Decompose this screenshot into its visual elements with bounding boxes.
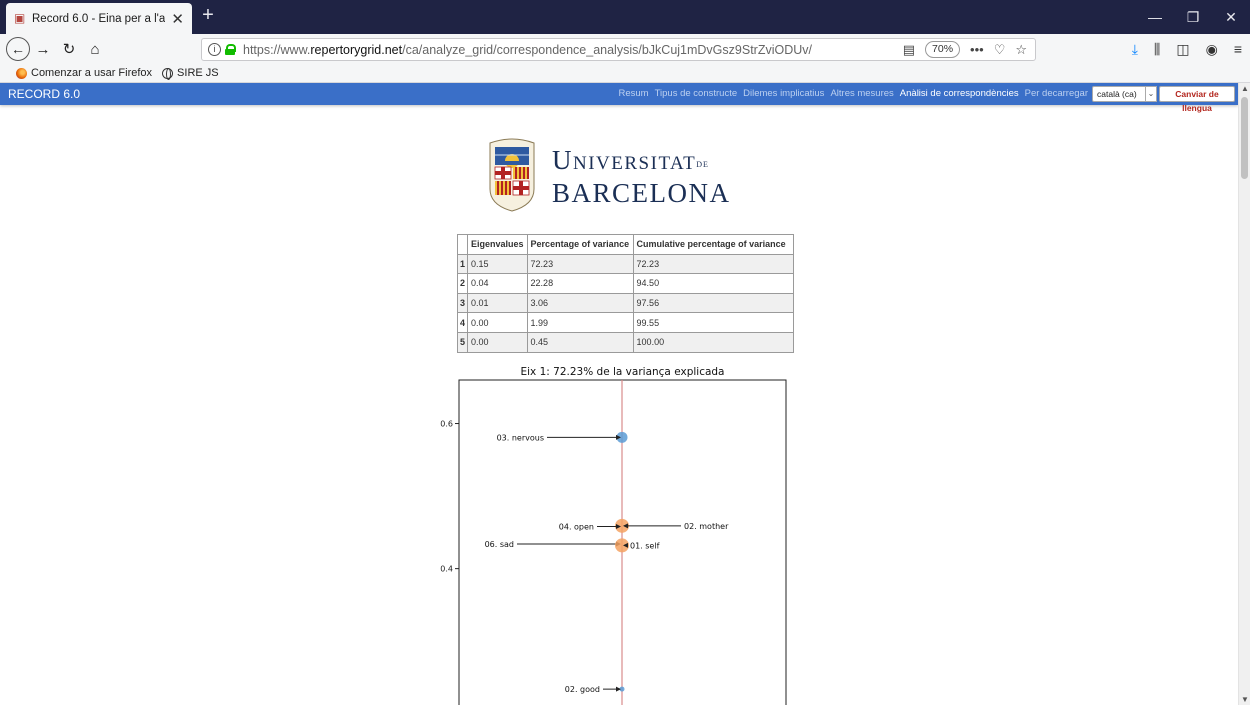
firefox-icon (16, 67, 27, 79)
table-header: Cumulative percentage of variance (632, 234, 794, 255)
url-text: https://www.repertorygrid.net/ca/analyze… (243, 42, 812, 57)
pocket-icon[interactable]: ♡ (994, 42, 1006, 58)
table-row: 4 0.00 1.99 99.55 (456, 312, 794, 333)
university-name: Universitatde BARCELONA (552, 145, 731, 208)
window-controls: — ❐ ✕ (1136, 0, 1250, 34)
ub-favicon-icon: ▣ (14, 11, 26, 25)
table-cell: 99.55 (632, 312, 794, 333)
scrollbar-thumb[interactable] (1241, 97, 1248, 179)
table-row: 2 0.04 22.28 94.50 (456, 273, 794, 294)
eigenvalues-table: Eigenvalues Percentage of variance Cumul… (456, 234, 794, 353)
nav-resum[interactable]: Resum (618, 88, 648, 99)
table-cell: 0.15 (467, 253, 528, 275)
globe-icon (162, 67, 174, 80)
nav-altres-mesures[interactable]: Altres mesures (830, 88, 893, 99)
page-scrollbar[interactable]: ▲ ▼ (1238, 83, 1250, 705)
browser-tab-active[interactable]: ▣ Record 6.0 - Eina per a l'anàlisi ✕ (6, 3, 192, 34)
table-cell: 1 (456, 253, 469, 275)
university-crest-logo (489, 138, 535, 212)
table-cell: 72.23 (526, 253, 634, 275)
table-cell: 0.04 (467, 273, 528, 294)
chart-title: Eix 1: 72.23% de la variança explicada (521, 366, 725, 378)
forward-arrow-icon[interactable]: → (30, 36, 56, 62)
bookmark-label: SIRE JS (177, 67, 219, 79)
home-icon[interactable]: ⌂ (82, 36, 108, 62)
app-nav-links: Resum Tipus de constructe Dilemes implic… (618, 88, 1088, 99)
change-language-button[interactable]: Canviar de llengua (1159, 86, 1235, 113)
menu-icon[interactable]: ≡ (1234, 41, 1242, 57)
table-row: 3 0.01 3.06 97.56 (456, 292, 794, 314)
table-header: Eigenvalues (467, 234, 528, 255)
app-brand[interactable]: RECORD 6.0 (8, 87, 80, 101)
reload-icon[interactable]: ↻ (56, 36, 82, 62)
close-tab-icon[interactable]: ✕ (171, 10, 184, 28)
reader-view-icon[interactable]: ▤ (903, 42, 915, 58)
table-cell: 0.01 (467, 292, 528, 314)
scroll-up-icon[interactable]: ▲ (1241, 84, 1249, 93)
table-cell: 0.45 (526, 331, 634, 353)
point-label: 02. mother (684, 522, 729, 531)
sidebar-icon[interactable]: ◫ (1176, 41, 1189, 58)
table-row: 1 0.15 72.23 72.23 (456, 253, 794, 275)
table-row: 5 0.00 0.45 100.00 (456, 331, 794, 353)
table-header-row: Eigenvalues Percentage of variance Cumul… (456, 234, 794, 255)
page-actions-icon[interactable]: ••• (970, 42, 984, 57)
y-tick-label: 0.6 (440, 420, 453, 429)
page-viewport: RECORD 6.0 Resum Tipus de constructe Dil… (0, 83, 1238, 705)
nav-per-descarregar[interactable]: Per decarregar (1025, 88, 1088, 99)
table-cell: 4 (456, 312, 469, 333)
browser-tabstrip: ▣ Record 6.0 - Eina per a l'anàlisi ✕ + … (0, 0, 1250, 34)
table-cell: 97.56 (632, 292, 794, 314)
bookmark-sire[interactable]: SIRE JS (162, 67, 219, 80)
close-window-icon[interactable]: ✕ (1212, 0, 1250, 34)
app-navbar: RECORD 6.0 Resum Tipus de constructe Dil… (0, 83, 1238, 113)
table-header: Percentage of variance (526, 234, 634, 255)
table-cell: 72.23 (632, 253, 794, 275)
table-cell: 100.00 (632, 331, 794, 353)
bookmark-firefox[interactable]: Comenzar a usar Firefox (16, 67, 152, 79)
nav-analisi-correspondencies[interactable]: Anàlisi de correspondències (900, 88, 1019, 99)
browser-navbar: ← → ↻ ⌂ i https://www.repertorygrid.net/… (0, 34, 1250, 64)
tab-title: Record 6.0 - Eina per a l'anàlisi (32, 12, 166, 25)
point-label: 04. open (559, 523, 594, 532)
point-label: 01. self (630, 541, 660, 550)
table-cell: 2 (456, 273, 469, 294)
correspondence-chart: Eix 1: 72.23% de la variança explicada 0.… (437, 361, 797, 705)
url-bar[interactable]: i https://www.repertorygrid.net/ca/analy… (201, 38, 1036, 61)
table-cell: 0.00 (467, 331, 528, 353)
table-cell: 0.00 (467, 312, 528, 333)
point-label: 06. sad (485, 540, 514, 549)
table-cell: 94.50 (632, 273, 794, 294)
new-tab-icon[interactable]: + (198, 5, 218, 25)
site-info-icon[interactable]: i (208, 43, 221, 56)
restore-icon[interactable]: ❐ (1174, 0, 1212, 34)
bookmark-star-icon[interactable]: ☆ (1015, 42, 1027, 58)
chart-svg: Eix 1: 72.23% de la variança explicada 0.… (440, 366, 787, 705)
table-cell: 3 (456, 292, 469, 314)
table-cell: 3.06 (526, 292, 634, 314)
point-label: 02. good (565, 685, 600, 694)
extension-icon[interactable]: ◉ (1206, 41, 1218, 58)
minimize-icon[interactable]: — (1136, 0, 1174, 34)
library-icon[interactable]: ⫼ (1154, 41, 1160, 58)
table-header (456, 234, 469, 255)
lock-icon (225, 44, 236, 55)
back-arrow-icon[interactable]: ← (6, 37, 30, 61)
zoom-level[interactable]: 70% (925, 41, 961, 58)
bookmarks-bar: Comenzar a usar Firefox SIRE JS (0, 64, 1250, 83)
nav-dilemes[interactable]: Dilemes implicatius (743, 88, 824, 99)
table-cell: 5 (456, 331, 469, 353)
nav-tipus-constructe[interactable]: Tipus de constructe (655, 88, 738, 99)
y-tick-label: 0.4 (440, 565, 453, 574)
point-label: 03. nervous (497, 433, 544, 442)
download-icon[interactable]: ⤓ (1132, 41, 1138, 58)
chevron-down-icon[interactable]: ⌄ (1145, 86, 1157, 102)
bookmark-label: Comenzar a usar Firefox (31, 67, 153, 79)
table-cell: 22.28 (526, 273, 634, 294)
scroll-down-icon[interactable]: ▼ (1241, 695, 1249, 704)
table-cell: 1.99 (526, 312, 634, 333)
